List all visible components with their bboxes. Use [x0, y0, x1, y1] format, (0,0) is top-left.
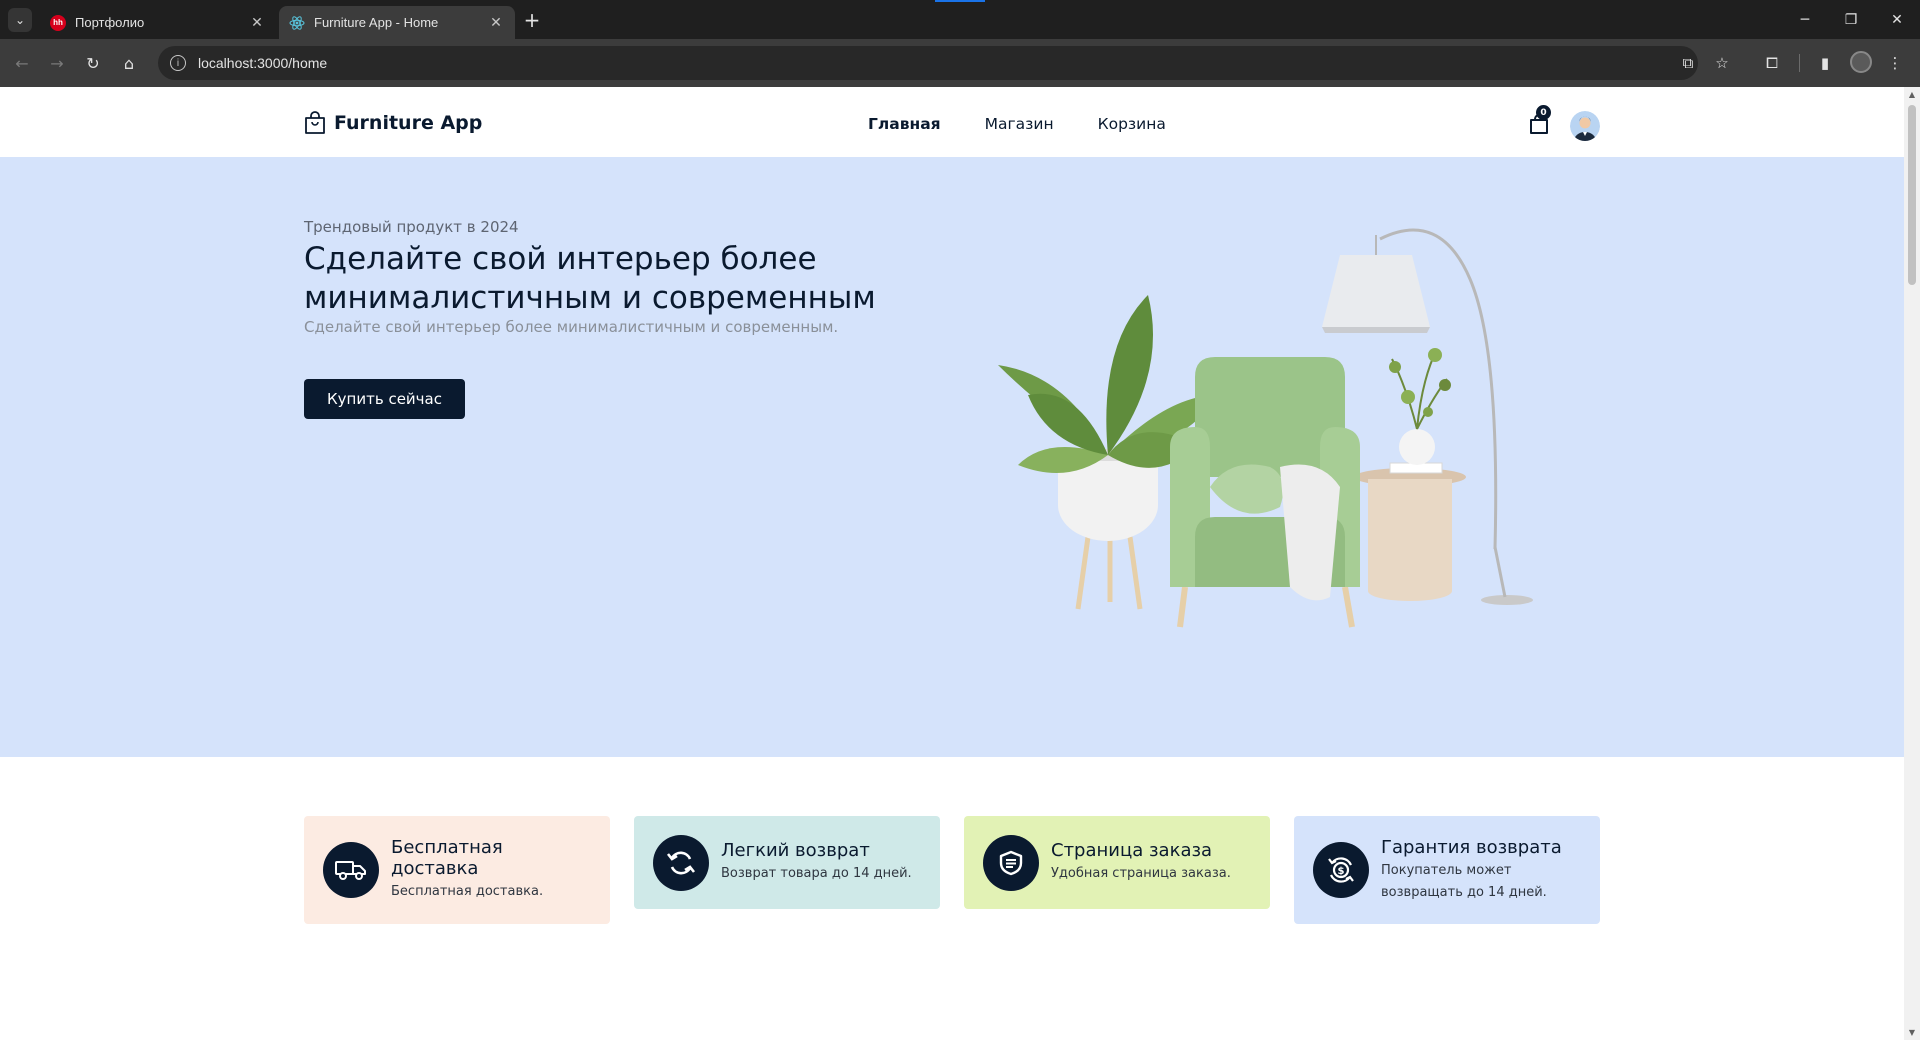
feature-card-order-page: Страница заказа Удобная страница заказа. — [964, 816, 1270, 909]
feature-desc: Возврат товара до 14 дней. — [721, 866, 912, 881]
feature-title: Страница заказа — [1051, 840, 1213, 861]
refresh-icon — [653, 834, 709, 891]
nav-link-home[interactable]: Главная — [868, 115, 941, 133]
buy-now-button[interactable]: Купить сейчас — [304, 379, 465, 419]
close-window-icon[interactable]: ✕ — [1874, 0, 1920, 39]
side-table-illustration — [1354, 348, 1466, 601]
user-avatar-icon — [1570, 111, 1600, 141]
tab-search-button[interactable]: ⌄ — [8, 8, 32, 32]
page-scrollbar[interactable]: ▲ ▼ — [1904, 87, 1920, 1040]
hero-subtitle: Сделайте свой интерьер более минималисти… — [304, 318, 839, 336]
tab-portfolio[interactable]: hh Портфолио ✕ — [40, 6, 276, 39]
shopping-bag-icon — [305, 111, 325, 134]
feature-title: Бесплатная доставка — [391, 837, 503, 879]
bookmark-star-icon[interactable]: ☆ — [1710, 51, 1734, 75]
feature-desc: Покупатель может возвращать до 14 дней. — [1381, 862, 1547, 900]
window-controls: ─ ❐ ✕ — [1782, 0, 1920, 39]
side-panel-icon[interactable]: ▮ — [1813, 51, 1837, 75]
tab-furniture-home[interactable]: Furniture App - Home ✕ — [279, 6, 515, 39]
brand-name: Furniture App — [334, 112, 483, 134]
hero-kicker: Трендовый продукт в 2024 — [304, 218, 519, 236]
site-info-icon[interactable]: i — [170, 55, 186, 71]
toolbar-separator — [1799, 54, 1800, 72]
feature-text: Бесплатная доставка Бесплатная доставка. — [391, 837, 591, 903]
cart-count-badge: 0 — [1536, 105, 1551, 120]
feature-text: Легкий возврат Возврат товара до 14 дней… — [721, 840, 912, 885]
url-text: localhost:3000/home — [198, 55, 328, 71]
hero-title: Сделайте свой интерьер более минималисти… — [304, 241, 876, 316]
feature-card-easy-return: Легкий возврат Возврат товара до 14 дней… — [634, 816, 940, 909]
install-app-icon[interactable]: ⧉ — [1676, 51, 1700, 75]
shield-icon — [983, 834, 1039, 891]
svg-text:$: $ — [1338, 866, 1345, 877]
truck-icon — [323, 842, 379, 898]
react-favicon-icon — [289, 15, 305, 31]
feature-desc: Удобная страница заказа. — [1051, 866, 1231, 881]
minimize-icon[interactable]: ─ — [1782, 0, 1828, 39]
feature-title: Гарантия возврата — [1381, 836, 1562, 858]
new-tab-button[interactable]: + — [520, 8, 544, 32]
site-header: Furniture App Главная Магазин Корзина 0 — [0, 87, 1904, 157]
nav-link-cart[interactable]: Корзина — [1098, 115, 1166, 133]
forward-icon[interactable]: → — [45, 51, 69, 75]
features-section: Бесплатная доставка Бесплатная доставка.… — [304, 816, 1600, 926]
address-bar[interactable]: i localhost:3000/home — [158, 46, 1698, 80]
back-icon[interactable]: ← — [10, 51, 34, 75]
close-icon[interactable]: ✕ — [487, 14, 505, 32]
hero-furniture-image — [998, 228, 1533, 628]
restore-icon[interactable]: ❐ — [1828, 0, 1874, 39]
feature-card-money-back: $ Гарантия возврата Покупатель может воз… — [1294, 816, 1600, 924]
brand-logo[interactable]: Furniture App — [304, 111, 482, 135]
feature-card-free-delivery: Бесплатная доставка Бесплатная доставка. — [304, 816, 610, 924]
scrollbar-thumb[interactable] — [1908, 105, 1916, 285]
nav-link-shop[interactable]: Магазин — [985, 115, 1054, 133]
money-back-icon: $ — [1313, 842, 1369, 898]
user-avatar[interactable] — [1570, 111, 1600, 141]
feature-text: Страница заказа Удобная страница заказа. — [1051, 840, 1231, 885]
tab-title: Портфолио — [75, 15, 145, 30]
hero-section: Трендовый продукт в 2024 Сделайте свой и… — [0, 157, 1904, 757]
main-nav: Главная Магазин Корзина — [868, 115, 1166, 133]
browser-tab-bar: ⌄ hh Портфолио ✕ Furniture App - Home ✕ … — [0, 0, 1920, 39]
extensions-icon[interactable]: ⧠ — [1760, 51, 1784, 75]
feature-text: Гарантия возврата Покупатель может возвр… — [1381, 837, 1581, 904]
hh-favicon-icon: hh — [50, 14, 66, 31]
window-accent-line — [935, 0, 985, 2]
page-viewport: Furniture App Главная Магазин Корзина 0 … — [0, 87, 1904, 1040]
browser-toolbar: ← → ↻ ⌂ i localhost:3000/home ⧉ ☆ ⧠ ▮ ⋮ — [0, 39, 1920, 87]
armchair-illustration — [1170, 357, 1360, 628]
scroll-up-icon[interactable]: ▲ — [1907, 90, 1917, 99]
reload-icon[interactable]: ↻ — [81, 51, 105, 75]
feature-title: Легкий возврат — [721, 840, 870, 861]
feature-desc: Бесплатная доставка. — [391, 884, 544, 899]
menu-icon[interactable]: ⋮ — [1883, 51, 1907, 75]
close-icon[interactable]: ✕ — [248, 14, 266, 32]
home-icon[interactable]: ⌂ — [117, 51, 141, 75]
profile-avatar[interactable] — [1850, 51, 1872, 73]
tab-title: Furniture App - Home — [314, 15, 439, 30]
scroll-down-icon[interactable]: ▼ — [1907, 1028, 1917, 1037]
